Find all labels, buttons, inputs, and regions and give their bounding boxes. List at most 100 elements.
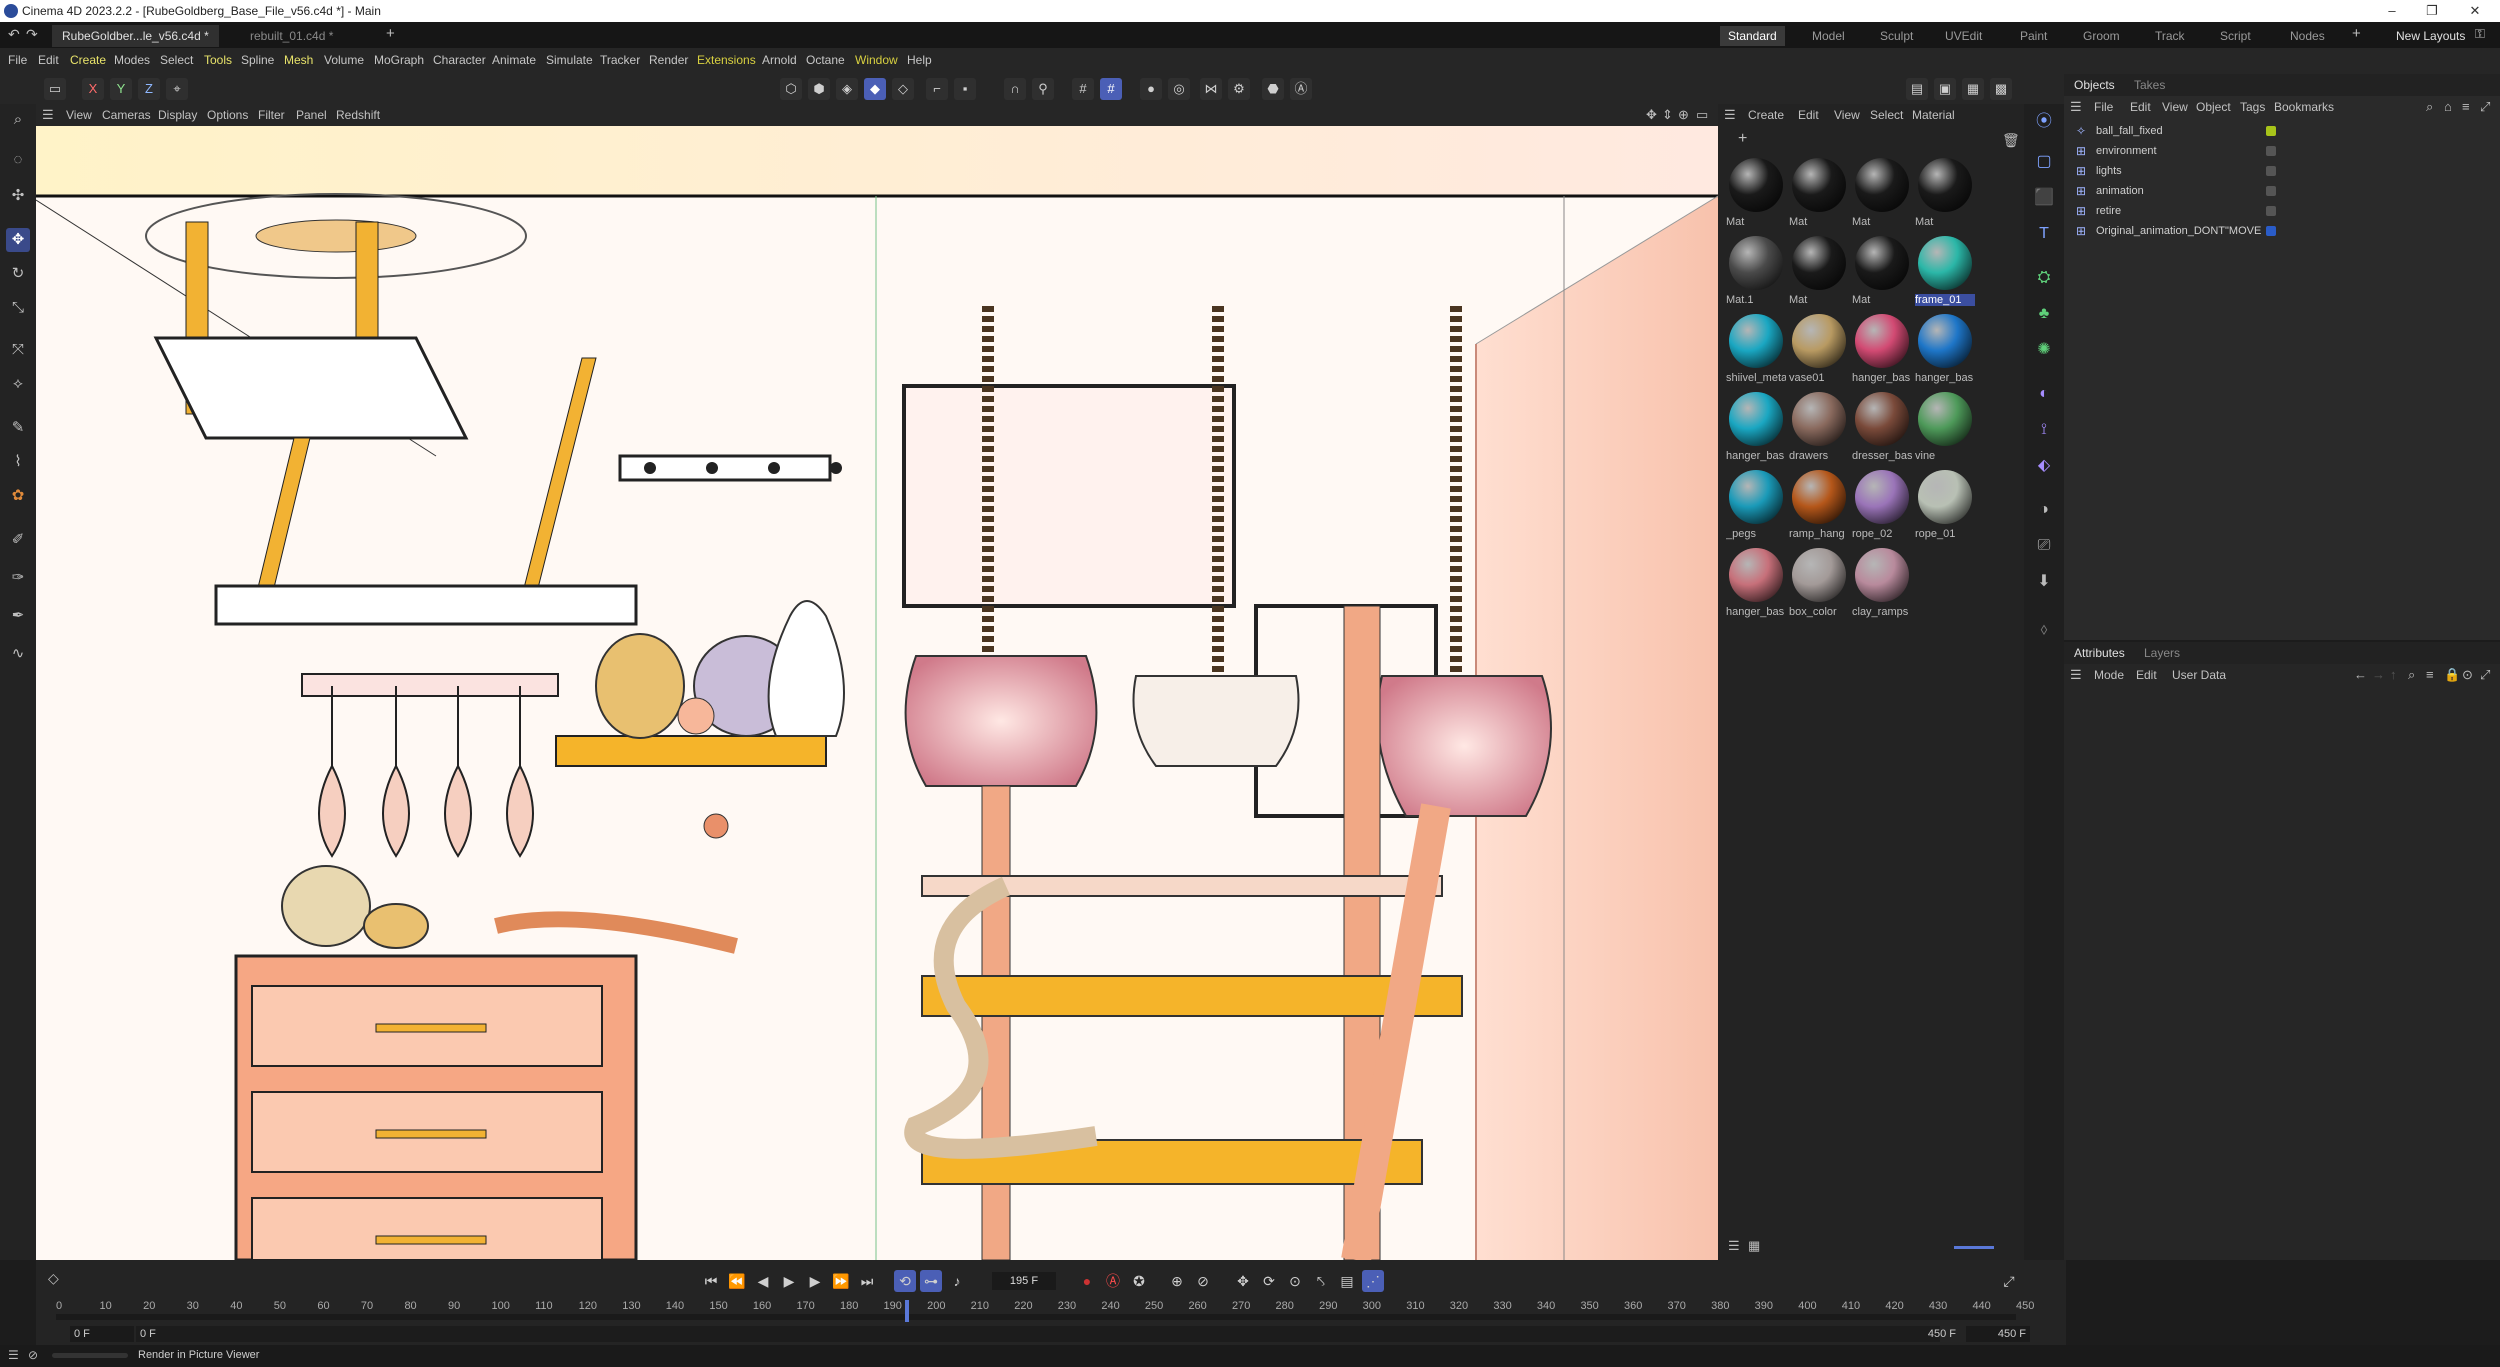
keyframe-diamond-icon[interactable]: ◇ — [48, 1270, 59, 1287]
menu-edit[interactable]: Edit — [38, 53, 59, 67]
minimize-button[interactable]: – — [2372, 0, 2412, 22]
undo-icon[interactable]: ↶ — [8, 26, 20, 43]
placement-icon[interactable]: ⟡ — [6, 372, 30, 396]
light-icon[interactable]: ⬇ — [2032, 570, 2056, 594]
render-view-icon[interactable]: ▤ — [1906, 78, 1928, 100]
object-manager-icon[interactable]: ⦿ — [2032, 110, 2056, 134]
play-icon[interactable]: ▶ — [778, 1270, 800, 1292]
visibility-toggle[interactable] — [2266, 226, 2276, 236]
menu-octane[interactable]: Octane — [806, 53, 845, 67]
material-swatch[interactable]: frame_01 — [1915, 236, 1975, 312]
visibility-toggle[interactable] — [2266, 126, 2276, 136]
object-row[interactable]: ⊞ Original_animation_DONT"MOVE — [2064, 222, 2500, 241]
menu-window[interactable]: Window — [855, 53, 898, 67]
pla-key-icon[interactable]: ▤ — [1336, 1270, 1358, 1292]
paint-icon[interactable]: ✿ — [6, 484, 30, 508]
viewport-menu-display[interactable]: Display — [158, 108, 197, 122]
camera-icon[interactable]: ⎚ — [2032, 534, 2056, 558]
brush-icon[interactable]: ⌇ — [6, 450, 30, 474]
material-swatch[interactable]: hanger_bas — [1852, 314, 1912, 390]
text-icon[interactable]: T — [2032, 222, 2056, 246]
hamburger-icon[interactable]: ☰ — [1724, 107, 1736, 123]
close-button[interactable]: ✕ — [2455, 0, 2495, 22]
effector-icon[interactable]: ⬖ — [2032, 454, 2056, 478]
layout-uvedit[interactable]: UVEdit — [1945, 26, 1982, 46]
layout-sculpt[interactable]: Sculpt — [1880, 26, 1913, 46]
menu-select[interactable]: Select — [160, 53, 193, 67]
material-swatch[interactable]: clay_ramps — [1852, 548, 1912, 624]
trash-icon[interactable]: 🗑 — [2002, 132, 2020, 149]
solo-icon[interactable]: ◎ — [1168, 78, 1190, 100]
material-swatch[interactable]: hanger_bas — [1726, 548, 1786, 624]
sound-icon[interactable]: ♪ — [946, 1270, 968, 1292]
preview-start-field[interactable]: 0 F — [136, 1326, 1940, 1342]
hamburger-icon[interactable]: ☰ — [42, 107, 54, 123]
menu-animate[interactable]: Animate — [492, 53, 536, 67]
objects-menu-object[interactable]: Object — [2196, 100, 2231, 114]
deformer-icon[interactable]: ✺ — [2032, 338, 2056, 362]
autokey-icon[interactable]: Ⓐ — [1102, 1270, 1124, 1292]
tweak-mode-icon[interactable]: ▪ — [954, 78, 976, 100]
model-mode-icon[interactable]: ◆ — [864, 78, 886, 100]
material-menu-view[interactable]: View — [1834, 108, 1860, 122]
rotate-icon[interactable]: ↻ — [6, 262, 30, 286]
rotation-key-icon[interactable]: ⊘ — [1192, 1270, 1214, 1292]
redo-icon[interactable]: ↷ — [26, 26, 38, 43]
cube-icon[interactable]: ⬛ — [2032, 186, 2056, 210]
undo-history-icon[interactable]: ▭ — [44, 78, 66, 100]
menu-modes[interactable]: Modes — [114, 53, 150, 67]
menu-character[interactable]: Character — [433, 53, 486, 67]
doc-tab[interactable]: rebuilt_01.c4d * — [240, 25, 343, 47]
go-to-start-icon[interactable]: ⏮ — [700, 1270, 722, 1292]
zoom-slider[interactable] — [1954, 1246, 1994, 1249]
symmetry-icon[interactable]: ⋈ — [1200, 78, 1222, 100]
hamburger-icon[interactable]: ☰ — [2070, 667, 2082, 683]
material-swatch[interactable]: shiivel_meta — [1726, 314, 1786, 390]
objects-menu-tags[interactable]: Tags — [2240, 100, 2265, 114]
material-swatch[interactable]: _pegs — [1726, 470, 1786, 546]
live-selection-icon[interactable]: ◌ — [6, 148, 30, 172]
attributes-menu-userdata[interactable]: User Data — [2172, 668, 2226, 682]
render-queue-icon[interactable]: ▦ — [1962, 78, 1984, 100]
menu-volume[interactable]: Volume — [324, 53, 364, 67]
material-menu-edit[interactable]: Edit — [1798, 108, 1819, 122]
list-view-icon[interactable]: ☰ — [1728, 1238, 1740, 1254]
edit-render-settings-icon[interactable]: ▩ — [1990, 78, 2012, 100]
menu-create[interactable]: Create — [70, 53, 106, 67]
hamburger-icon[interactable]: ☰ — [2070, 99, 2082, 115]
search-icon[interactable]: ⌕ — [6, 108, 30, 132]
objects-menu-view[interactable]: View — [2162, 100, 2188, 114]
subdivision-icon[interactable]: ⛭ — [2032, 266, 2056, 290]
arnold-icon[interactable]: Ⓐ — [1290, 78, 1312, 100]
viewport-menu-panel[interactable]: Panel — [296, 108, 327, 122]
render-settings-icon[interactable]: ⬣ — [1262, 78, 1284, 100]
viewport-menu-cameras[interactable]: Cameras — [102, 108, 151, 122]
viewport-menu-filter[interactable]: Filter — [258, 108, 285, 122]
axis-y-toggle[interactable]: Y — [110, 78, 132, 100]
spline-icon[interactable]: ⟟ — [2032, 418, 2056, 442]
texture-mode-icon[interactable]: ◇ — [892, 78, 914, 100]
sketch-icon[interactable]: ✒ — [6, 604, 30, 628]
settings-icon[interactable]: ⊙ — [2462, 667, 2473, 683]
position-key-icon[interactable]: ⊕ — [1166, 1270, 1188, 1292]
lock-icon[interactable]: 🔒 — [2444, 667, 2460, 683]
end-frame-field[interactable]: 450 F — [1966, 1326, 2030, 1342]
objects-menu-bookmarks[interactable]: Bookmarks — [2274, 100, 2334, 114]
material-swatch[interactable]: hanger_bas — [1915, 314, 1975, 390]
record-icon[interactable]: ● — [1076, 1270, 1098, 1292]
interpolation-icon[interactable]: ⋰ — [1362, 1270, 1384, 1292]
material-swatch[interactable]: vase01 — [1789, 314, 1849, 390]
next-key-icon[interactable]: ⏩ — [830, 1270, 852, 1292]
object-row[interactable]: ⊞ animation — [2064, 182, 2500, 201]
tab-takes[interactable]: Takes — [2134, 78, 2165, 92]
polygons-mode-icon[interactable]: ◈ — [836, 78, 858, 100]
transform-icon[interactable]: ⤧ — [6, 338, 30, 362]
edges-mode-icon[interactable]: ⬢ — [808, 78, 830, 100]
param-key-icon[interactable]: ⤣ — [1310, 1270, 1332, 1292]
render-picture-viewer-icon[interactable]: ▣ — [1934, 78, 1956, 100]
points-mode-icon[interactable]: ⬡ — [780, 78, 802, 100]
forward-arrow-icon[interactable]: → — [2372, 667, 2385, 682]
quantize-icon[interactable]: ⚲ — [1032, 78, 1054, 100]
layout-model[interactable]: Model — [1812, 26, 1845, 46]
start-frame-field[interactable]: 0 F — [70, 1326, 134, 1342]
